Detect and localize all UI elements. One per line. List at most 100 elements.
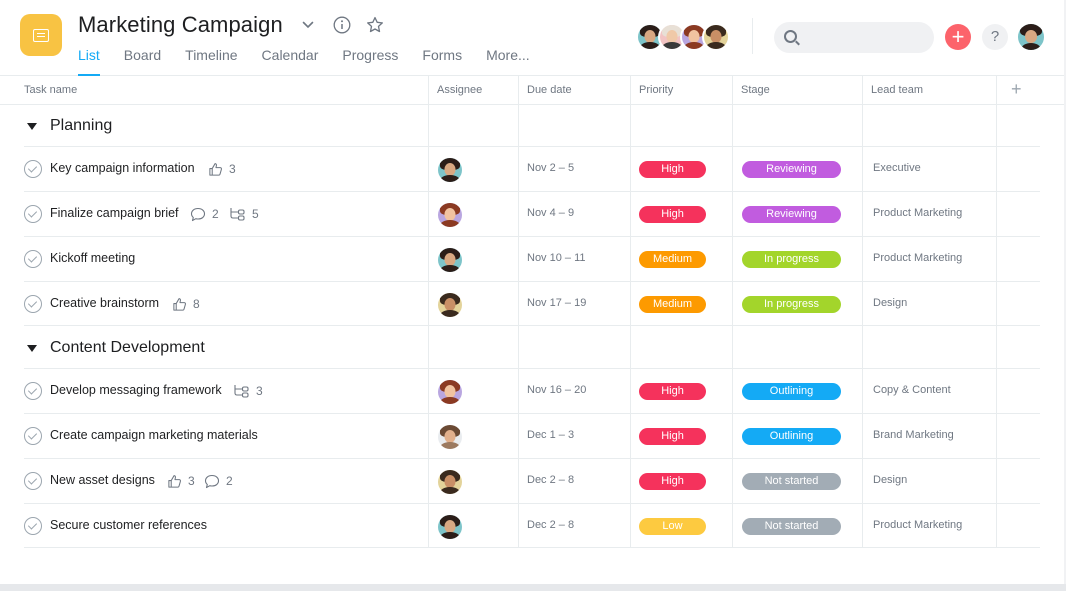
column-stage[interactable]: Stage (741, 76, 770, 104)
task-subtasks[interactable]: 5 (229, 205, 259, 223)
column-task-name[interactable]: Task name (24, 76, 77, 104)
task-name[interactable]: Kickoff meeting (50, 251, 135, 265)
tab-forms[interactable]: Forms (422, 46, 462, 76)
complete-checkbox[interactable] (24, 160, 42, 178)
task-subtasks[interactable]: 3 (233, 382, 263, 400)
tab-more[interactable]: More... (486, 46, 530, 76)
column-assignee[interactable]: Assignee (437, 76, 482, 104)
stage-badge[interactable]: Reviewing (742, 161, 841, 178)
task-name[interactable]: New asset designs (50, 473, 155, 487)
priority-badge[interactable]: High (639, 473, 706, 490)
lead-team[interactable]: Design (873, 474, 907, 486)
complete-checkbox[interactable] (24, 517, 42, 535)
due-date[interactable]: Dec 2 – 8 (527, 474, 574, 486)
stage-badge[interactable]: Reviewing (742, 206, 841, 223)
priority-badge[interactable]: Medium (639, 296, 706, 313)
stage-badge[interactable]: In progress (742, 296, 841, 313)
table-row[interactable]: Develop messaging framework 3 Nov 16 – 2… (24, 368, 1040, 413)
assignee-avatar[interactable] (438, 248, 462, 272)
lead-team[interactable]: Product Marketing (873, 252, 962, 264)
task-comments[interactable]: 2 (190, 205, 219, 223)
assignee-avatar[interactable] (438, 470, 462, 494)
assignee-avatar[interactable] (438, 425, 462, 449)
add-column-button[interactable]: + (1011, 78, 1022, 100)
due-date[interactable]: Nov 10 – 11 (527, 252, 586, 264)
column-due-date[interactable]: Due date (527, 76, 572, 104)
task-likes[interactable]: 3 (167, 472, 195, 490)
help-button[interactable]: ? (982, 24, 1008, 50)
priority-badge[interactable]: High (639, 428, 706, 445)
assignee-avatar[interactable] (438, 293, 462, 317)
assignee-avatar[interactable] (438, 380, 462, 404)
table-row[interactable]: Creative brainstorm 8 Nov 17 – 19 Medium… (24, 281, 1040, 326)
column-lead-team[interactable]: Lead team (871, 76, 923, 104)
task-name[interactable]: Secure customer references (50, 518, 207, 532)
stage-badge[interactable]: Outlining (742, 428, 841, 445)
table-row[interactable]: New asset designs 3 2 Dec 2 – 8 High Not … (24, 458, 1040, 503)
complete-checkbox[interactable] (24, 250, 42, 268)
tab-list[interactable]: List (78, 46, 100, 76)
assignee-avatar[interactable] (438, 158, 462, 182)
column-priority[interactable]: Priority (639, 76, 673, 104)
tab-timeline[interactable]: Timeline (185, 46, 237, 76)
stage-badge[interactable]: In progress (742, 251, 841, 268)
project-members[interactable] (636, 23, 730, 51)
complete-checkbox[interactable] (24, 295, 42, 313)
priority-badge[interactable]: High (639, 206, 706, 223)
lead-team[interactable]: Brand Marketing (873, 429, 954, 441)
task-comments[interactable]: 2 (204, 472, 233, 490)
due-date[interactable]: Nov 17 – 19 (527, 297, 586, 309)
info-icon[interactable] (331, 14, 353, 36)
table-row[interactable]: Create campaign marketing materials Dec … (24, 413, 1040, 458)
complete-checkbox[interactable] (24, 427, 42, 445)
stage-badge[interactable]: Not started (742, 518, 841, 535)
lead-team[interactable]: Copy & Content (873, 384, 951, 396)
due-date[interactable]: Nov 4 – 9 (527, 207, 574, 219)
table-row[interactable]: Finalize campaign brief 2 5 Nov 4 – 9 Hig… (24, 191, 1040, 236)
avatar (438, 248, 462, 272)
due-date[interactable]: Dec 1 – 3 (527, 429, 574, 441)
user-avatar[interactable] (1016, 22, 1046, 52)
due-date[interactable]: Nov 16 – 20 (527, 384, 586, 396)
stage-badge[interactable]: Not started (742, 473, 841, 490)
caret-down-icon[interactable] (27, 123, 37, 130)
priority-badge[interactable]: High (639, 161, 706, 178)
lead-team[interactable]: Product Marketing (873, 207, 962, 219)
lead-team[interactable]: Executive (873, 162, 921, 174)
task-name[interactable]: Creative brainstorm (50, 296, 159, 310)
assignee-avatar[interactable] (438, 203, 462, 227)
section-planning[interactable]: Planning (0, 105, 1064, 147)
table-row[interactable]: Key campaign information 3 Nov 2 – 5 Hig… (24, 146, 1040, 191)
priority-badge[interactable]: High (639, 383, 706, 400)
due-date[interactable]: Dec 2 – 8 (527, 519, 574, 531)
tab-board[interactable]: Board (124, 46, 161, 76)
table-row[interactable]: Secure customer references Dec 2 – 8 Low… (24, 503, 1040, 548)
task-name[interactable]: Finalize campaign brief (50, 206, 179, 220)
star-icon[interactable] (364, 14, 386, 36)
add-button[interactable]: + (945, 24, 971, 50)
assignee-avatar[interactable] (438, 515, 462, 539)
complete-checkbox[interactable] (24, 205, 42, 223)
lead-team[interactable]: Product Marketing (873, 519, 962, 531)
task-name[interactable]: Develop messaging framework (50, 383, 222, 397)
lead-team[interactable]: Design (873, 297, 907, 309)
tab-progress[interactable]: Progress (342, 46, 398, 76)
priority-badge[interactable]: Medium (639, 251, 706, 268)
caret-down-icon[interactable] (27, 345, 37, 352)
tab-calendar[interactable]: Calendar (262, 46, 319, 76)
task-likes[interactable]: 3 (208, 160, 236, 178)
due-date[interactable]: Nov 2 – 5 (527, 162, 574, 174)
project-icon[interactable] (20, 14, 62, 56)
search-input[interactable] (804, 28, 924, 48)
task-name[interactable]: Create campaign marketing materials (50, 428, 258, 442)
task-likes[interactable]: 8 (172, 295, 200, 313)
stage-badge[interactable]: Outlining (742, 383, 841, 400)
complete-checkbox[interactable] (24, 382, 42, 400)
search-box[interactable] (774, 22, 934, 53)
chevron-down-icon[interactable] (297, 14, 319, 36)
section-content-development[interactable]: Content Development (0, 327, 1064, 369)
table-row[interactable]: Kickoff meeting Nov 10 – 11 Medium In pr… (24, 236, 1040, 281)
priority-badge[interactable]: Low (639, 518, 706, 535)
complete-checkbox[interactable] (24, 472, 42, 490)
task-name[interactable]: Key campaign information (50, 161, 195, 175)
